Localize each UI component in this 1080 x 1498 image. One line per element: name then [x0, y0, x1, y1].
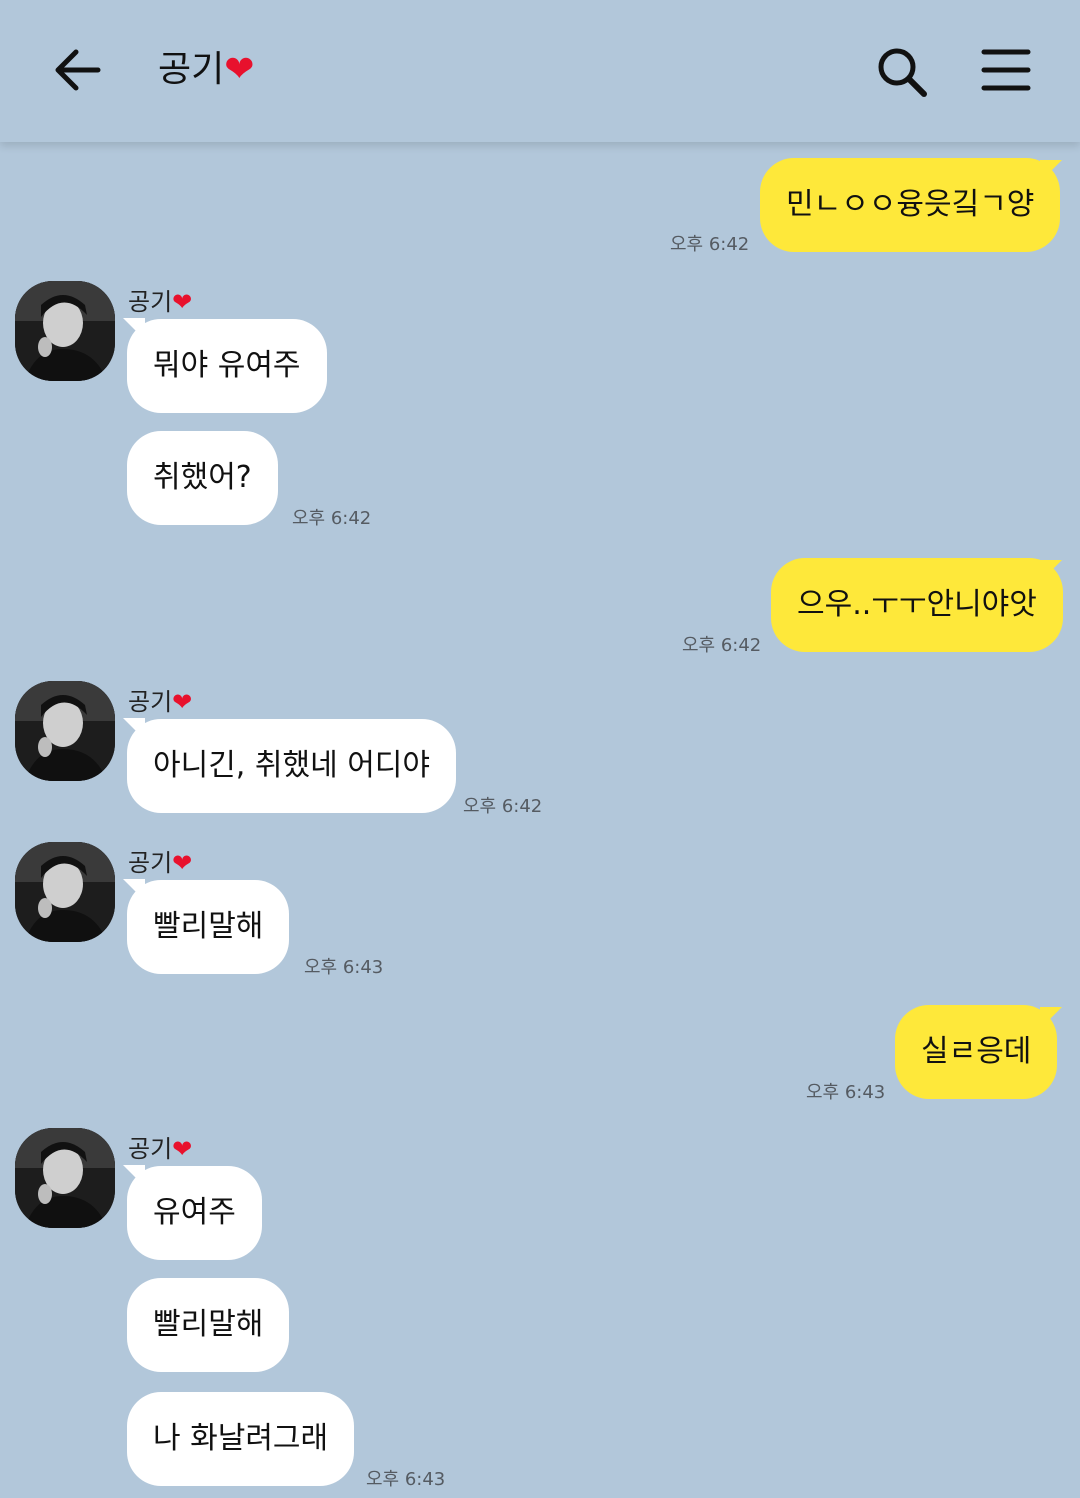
message-timestamp: 오후 6:42: [463, 796, 543, 817]
back-button[interactable]: [50, 44, 106, 96]
avatar[interactable]: [15, 681, 115, 781]
message-bubble-outgoing[interactable]: 민ㄴㅇㅇ융읏깈ㄱ양: [760, 158, 1061, 252]
message-bubble-incoming[interactable]: 빨리말해: [127, 880, 290, 974]
heart-emoji: ❤: [172, 688, 193, 716]
message-timestamp: 오후 6:43: [806, 1082, 886, 1103]
heart-emoji: ❤: [172, 849, 193, 877]
contact-name: 공기: [158, 49, 225, 90]
bubble-tail: [1040, 560, 1062, 582]
message-bubble-incoming[interactable]: 아니긴, 취했네 어디야: [127, 719, 457, 813]
message-timestamp: 오후 6:42: [682, 635, 762, 656]
heart-emoji: ❤: [172, 1135, 193, 1163]
profile-photo: [15, 681, 115, 781]
avatar[interactable]: [15, 1128, 115, 1228]
hamburger-menu-icon: [981, 49, 1031, 91]
sender-name: 공기❤: [128, 1135, 193, 1163]
message-bubble-outgoing[interactable]: 으우..ㅜㅜ안니야앗: [771, 558, 1063, 652]
message-timestamp: 오후 6:42: [670, 234, 750, 255]
heart-emoji: ❤: [224, 49, 255, 90]
sender-name: 공기❤: [128, 288, 193, 316]
message-bubble-incoming[interactable]: 취했어?: [127, 431, 278, 525]
avatar[interactable]: [15, 281, 115, 381]
profile-photo: [15, 1128, 115, 1228]
heart-emoji: ❤: [172, 288, 193, 316]
profile-photo: [15, 842, 115, 942]
message-bubble-incoming[interactable]: 나 화날려그래: [127, 1392, 355, 1486]
message-timestamp: 오후 6:43: [366, 1469, 446, 1490]
search-icon: [878, 48, 927, 97]
message-bubble-outgoing[interactable]: 실ㄹ응데: [895, 1005, 1058, 1099]
message-bubble-incoming[interactable]: 빨리말해: [127, 1278, 290, 1372]
sender-name: 공기❤: [128, 849, 193, 877]
menu-button[interactable]: [980, 44, 1036, 96]
sender-name: 공기❤: [128, 688, 193, 716]
message-timestamp: 오후 6:43: [304, 957, 384, 978]
arrow-left-icon: [55, 49, 101, 91]
message-bubble-incoming[interactable]: 뭐야 유여주: [127, 319, 327, 413]
avatar[interactable]: [15, 842, 115, 942]
search-button[interactable]: [874, 44, 930, 100]
message-bubble-incoming[interactable]: 유여주: [127, 1166, 262, 1260]
bubble-tail: [1040, 160, 1062, 182]
chat-header: 공기❤: [0, 0, 1080, 142]
profile-photo: [15, 281, 115, 381]
message-timestamp: 오후 6:42: [292, 508, 372, 529]
chat-title: 공기❤: [158, 44, 254, 96]
bubble-tail: [1040, 1007, 1062, 1029]
